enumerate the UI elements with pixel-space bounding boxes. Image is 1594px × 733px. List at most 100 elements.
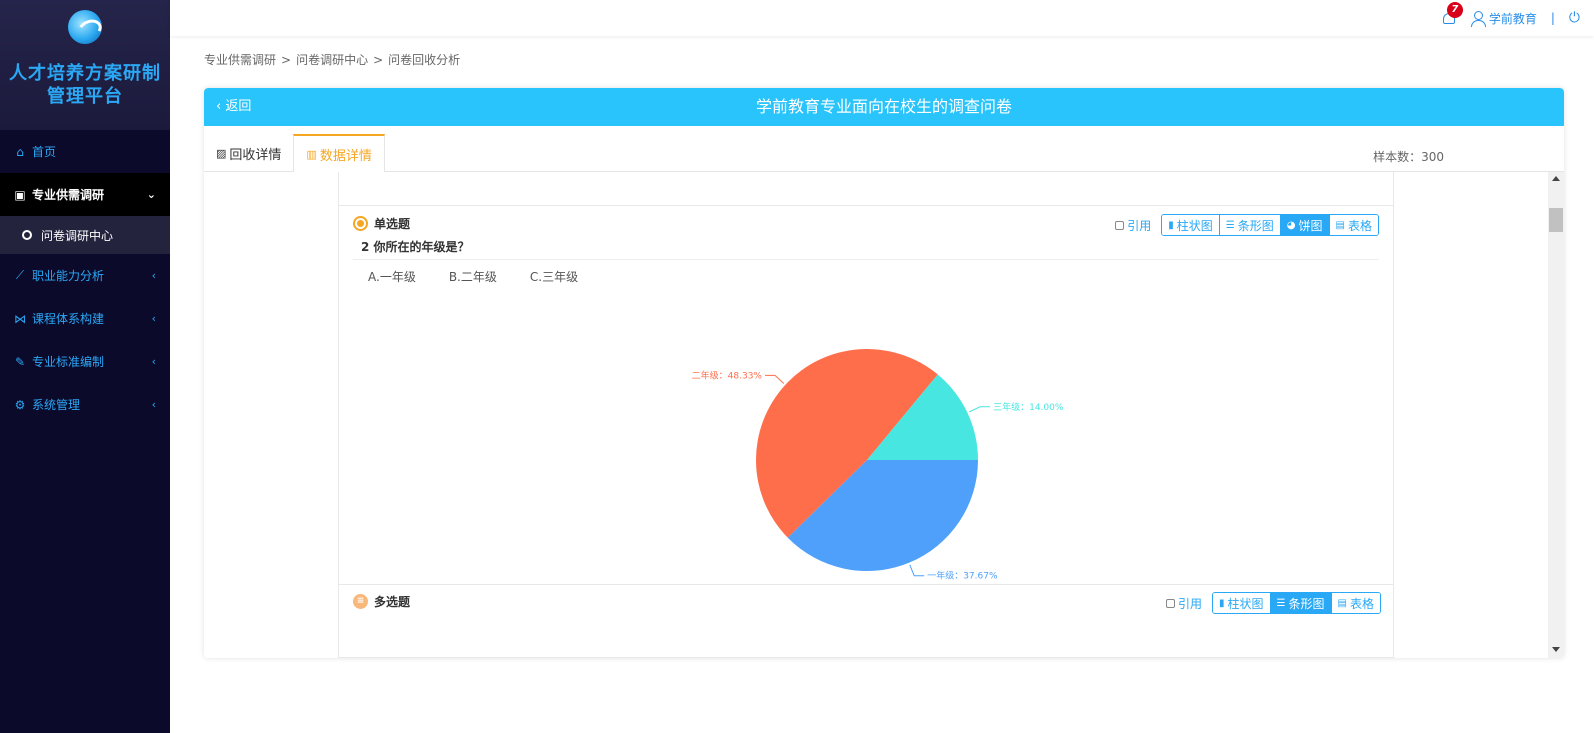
checkbox-icon <box>1166 598 1175 608</box>
option-item: A.一年级 <box>368 270 416 284</box>
table-icon: ▤ <box>1335 219 1345 231</box>
tab-data-details[interactable]: ▥ 数据详情 <box>293 134 385 172</box>
option-list: A.一年级 B.二年级 C.三年级 <box>368 268 611 285</box>
tab-label: 回收详情 <box>229 147 282 163</box>
sidebar-item-label: 专业供需调研 <box>32 188 105 202</box>
table-button[interactable]: ▤ 表格 <box>1329 215 1378 235</box>
gear-icon: ⚙ <box>14 397 26 412</box>
question-type: 单选题 <box>353 215 410 232</box>
question-type: ≡ 多选题 <box>353 593 410 610</box>
scroll-down-icon[interactable] <box>1552 647 1560 652</box>
cite-label: 引用 <box>1127 218 1152 233</box>
scrollbar-thumb[interactable] <box>1549 208 1563 232</box>
pie-data-label: 二年级：48.33% <box>692 369 763 381</box>
bar-chart-button[interactable]: ☰ 条形图 <box>1219 215 1281 235</box>
notification-bell-icon[interactable]: 7 <box>1441 2 1463 26</box>
topbar: 7 学前教育 | ⏻ <box>170 0 1594 36</box>
breadcrumb: 专业供需调研 > 问卷调研中心 > 问卷回收分析 <box>204 51 460 68</box>
pie-leader-line <box>969 406 991 413</box>
chevron-left-icon: ‹ <box>151 312 156 325</box>
image-icon: ▨ <box>216 146 227 160</box>
sidebar-item-system[interactable]: ⚙ 系统管理 ‹ <box>0 383 170 426</box>
bar-chart-icon: ☰ <box>1276 597 1286 609</box>
notification-badge: 7 <box>1446 2 1463 18</box>
app-title-line1: 人才培养方案研制 <box>9 63 161 84</box>
button-label: 条形图 <box>1288 596 1325 611</box>
sidebar-item-career-ability[interactable]: ⟋ 职业能力分析 ‹ <box>0 254 170 297</box>
chevron-left-icon: ‹ <box>151 269 156 282</box>
vertical-scrollbar[interactable] <box>1548 172 1564 658</box>
question-tools: 引用 ▮ 柱状图 ☰ 条形图 ▤ 表格 <box>1166 592 1381 614</box>
pie-data-label: 一年级：37.67% <box>927 570 998 582</box>
home-icon: ⌂ <box>16 144 24 159</box>
column-chart-button[interactable]: ▮ 柱状图 <box>1162 215 1220 235</box>
sidebar-item-supply-demand[interactable]: ▣ 专业供需调研 ⌄ <box>0 173 170 216</box>
sidebar-item-label: 系统管理 <box>32 398 81 412</box>
cite-checkbox[interactable]: 引用 <box>1115 217 1151 234</box>
option-item: C.三年级 <box>529 270 579 284</box>
breadcrumb-item-current: 问卷回收分析 <box>388 53 461 67</box>
username-link[interactable]: 学前教育 <box>1489 10 1537 27</box>
cite-label: 引用 <box>1178 596 1203 611</box>
power-icon[interactable]: ⏻ <box>1569 10 1580 26</box>
checkbox-icon <box>1115 220 1125 230</box>
column-chart-button[interactable]: ▮ 柱状图 <box>1213 593 1271 613</box>
question-card: ≡ 多选题 引用 ▮ 柱状图 ☰ 条形图 ▤ 表格 <box>339 584 1395 624</box>
logo-area: 人才培养方案研制 管理平台 <box>0 0 170 130</box>
pie-leader-line <box>909 564 925 577</box>
tab-label: 数据详情 <box>319 148 372 164</box>
topbar-actions: 7 学前教育 | ⏻ <box>1441 0 1580 36</box>
tab-recovery-details[interactable]: ▨ 回收详情 <box>204 135 293 171</box>
sidebar-subitem-survey-center[interactable]: 问卷调研中心 <box>0 216 170 254</box>
back-label: 返回 <box>225 99 252 114</box>
single-choice-icon <box>353 216 368 231</box>
table-button[interactable]: ▤ 表格 <box>1331 593 1380 613</box>
edit-icon: ✎ <box>14 354 26 369</box>
breadcrumb-item[interactable]: 专业供需调研 <box>204 53 276 67</box>
sidebar-item-home[interactable]: ⌂ 首页 <box>0 130 170 173</box>
tab-bar: ▨ 回收详情 ▥ 数据详情 样本数：300 <box>204 126 1564 172</box>
chevron-down-icon: ⌄ <box>146 188 156 201</box>
button-label: 柱状图 <box>1227 596 1264 611</box>
pie-chart: 一年级：37.67% 二年级：48.33% 三年级：14.00% <box>692 348 1064 582</box>
multiple-choice-icon: ≡ <box>353 594 368 609</box>
sidebar-item-label: 课程体系构建 <box>32 312 105 326</box>
app-title-line2: 管理平台 <box>47 86 123 107</box>
breadcrumb-separator: > <box>281 53 292 67</box>
back-button[interactable]: ‹ 返回 <box>216 88 251 126</box>
sidebar-item-label: 首页 <box>32 145 57 159</box>
network-icon: ⋈ <box>14 311 26 326</box>
question-text: 2 你所在的年级是？ <box>361 240 470 254</box>
sidebar: 人才培养方案研制 管理平台 ⌂ 首页 ▣ 专业供需调研 ⌄ 问卷调研中心 ⟋ 职… <box>0 0 170 733</box>
chart-view-switcher: ▮ 柱状图 ☰ 条形图 ◕ 饼图 ▤ 表格 <box>1161 214 1379 236</box>
sidebar-item-curriculum[interactable]: ⋈ 课程体系构建 ‹ <box>0 297 170 340</box>
user-icon <box>1470 11 1486 27</box>
pie-chart-button[interactable]: ◕ 饼图 <box>1280 215 1330 235</box>
cite-checkbox[interactable]: 引用 <box>1166 595 1202 612</box>
divider <box>353 259 1379 260</box>
button-label: 柱状图 <box>1176 218 1213 233</box>
bar-chart-button[interactable]: ☰ 条形图 <box>1270 593 1332 613</box>
column-chart-icon: ▮ <box>1168 219 1174 231</box>
button-label: 饼图 <box>1298 218 1323 233</box>
breadcrumb-item[interactable]: 问卷调研中心 <box>296 53 368 67</box>
chevron-left-icon: ‹ <box>151 398 156 411</box>
bar-chart-icon: ▥ <box>306 147 317 161</box>
circle-icon <box>22 230 32 240</box>
chevron-left-icon: ‹ <box>216 99 222 114</box>
chart-view-switcher: ▮ 柱状图 ☰ 条形图 ▤ 表格 <box>1212 592 1381 614</box>
sidebar-item-standard[interactable]: ✎ 专业标准编制 ‹ <box>0 340 170 383</box>
question-tools: 引用 ▮ 柱状图 ☰ 条形图 ◕ 饼图 ▤ 表格 <box>1115 214 1379 236</box>
sidebar-item-label: 职业能力分析 <box>32 269 105 283</box>
sidebar-item-label: 问卷调研中心 <box>41 228 114 243</box>
page-title: 学前教育专业面向在校生的调查问卷 <box>755 97 1012 116</box>
survey-card: ‹ 返回 学前教育专业面向在校生的调查问卷 ▨ 回收详情 ▥ 数据详情 样本数：… <box>204 88 1564 658</box>
card-header: ‹ 返回 学前教育专业面向在校生的调查问卷 <box>204 88 1564 126</box>
button-label: 条形图 <box>1237 218 1274 233</box>
button-label: 表格 <box>1347 218 1372 233</box>
scroll-area: 单选题 引用 ▮柱状图 ☰条形图 ◕饼图 ▤表格 2 你所在的年级是？ <box>204 172 1564 658</box>
scroll-up-icon[interactable] <box>1552 176 1560 181</box>
question-type-label: 多选题 <box>374 595 411 609</box>
option-item: B.二年级 <box>448 270 497 284</box>
bar-chart-icon: ☰ <box>1225 219 1235 231</box>
